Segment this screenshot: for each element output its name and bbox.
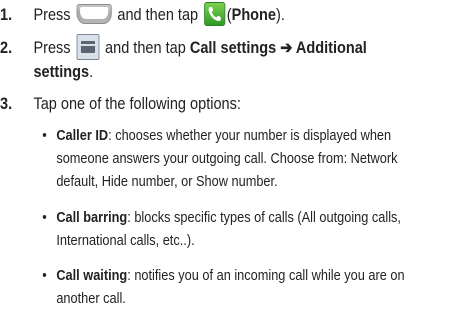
step-number: 2. [0, 39, 13, 57]
menu-key-icon [76, 33, 100, 60]
list-item: • Caller ID: chooses whether your number … [42, 125, 397, 148]
list-item: • Call waiting: notifies you of an incomi… [42, 265, 404, 288]
home-key-icon [76, 3, 112, 24]
option-term: Call barring [56, 210, 128, 226]
option-caller-id: • Caller ID: chooses whether your number … [42, 125, 397, 194]
option-term: Caller ID [56, 128, 109, 144]
list-item: • Call barring: blocks specific types of … [42, 207, 401, 230]
phone-app-icon [203, 1, 226, 26]
bullet: • [42, 210, 47, 226]
bullet: • [42, 128, 47, 144]
option-description: International calls, etc..). [56, 233, 195, 249]
phone-label: Phone [231, 6, 277, 24]
additional-settings-label: settings [33, 63, 90, 81]
step-text: settings. [33, 63, 94, 81]
call-settings-path: Call settings ➔ Additional [189, 39, 367, 57]
option-description: someone answers your outgoing call. Choo… [56, 151, 398, 167]
step-number: 3. [0, 95, 13, 113]
option-call-barring: • Call barring: blocks specific types of … [42, 207, 401, 253]
bullet: • [42, 268, 47, 284]
option-description: another call. [56, 291, 126, 307]
step-text: Press and then tap Call settings ➔ Addit… [33, 33, 367, 60]
step-number: 1. [0, 6, 13, 24]
option-description: default, Hide number, or Show number. [56, 174, 278, 190]
option-term: Call waiting [56, 268, 128, 284]
instructions-document: 1. Press and then tap (Phone). 2. Press … [0, 0, 413, 335]
step-text: Press and then tap (Phone). [33, 1, 285, 27]
option-call-waiting: • Call waiting: notifies you of an incomi… [42, 265, 404, 311]
step-text: Tap one of the following options: [33, 95, 241, 113]
